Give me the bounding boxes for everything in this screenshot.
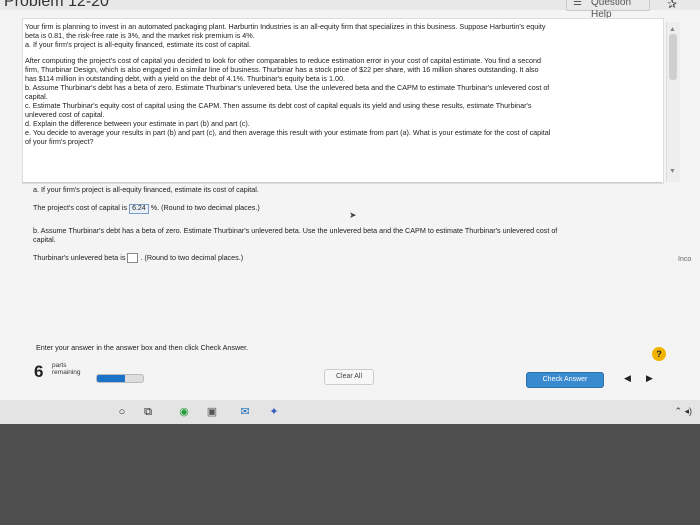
question-line: of your firm's project? — [25, 137, 94, 146]
question-line: c. Estimate Thurbinar's equity cost of c… — [25, 101, 532, 110]
part-a-pre: The project's cost of capital is — [33, 203, 128, 212]
question-scrollbar[interactable]: ▲ ▼ — [666, 22, 680, 182]
chrome-icon[interactable]: ◉ — [175, 403, 193, 421]
monitor-bezel — [0, 424, 700, 525]
parts-label-line2: remaining — [52, 368, 81, 376]
search-icon[interactable]: ○ — [113, 403, 131, 421]
part-b-prompt: b. Assume Thurbinar's debt has a beta of… — [33, 226, 558, 235]
browser-window: Problem 12-20 ☰ Question Help ✰ Your fir… — [0, 0, 700, 400]
next-arrow-icon[interactable]: ▶ — [646, 373, 653, 384]
parts-label: parts remaining — [52, 362, 81, 376]
title-bar: Problem 12-20 ☰ Question Help ✰ — [0, 0, 700, 20]
page-title: Problem 12-20 — [4, 0, 109, 10]
help-icon[interactable]: ? — [652, 347, 666, 361]
part-b-prompt-cont: capital. — [33, 235, 56, 244]
question-line: has $114 million in outstanding debt, wi… — [25, 74, 345, 83]
store-icon[interactable]: ▣ — [203, 403, 221, 421]
clear-all-button[interactable]: Clear All — [324, 369, 374, 385]
list-icon: ☰ — [573, 0, 582, 8]
question-line: e. You decide to average your results in… — [25, 128, 551, 137]
scroll-down-icon[interactable]: ▼ — [669, 168, 676, 175]
part-a-prompt: a. If your firm's project is all-equity … — [33, 185, 259, 194]
incorrect-label: Inco — [678, 256, 692, 263]
question-line: b. Assume Thurbinar's debt has a beta of… — [25, 83, 550, 92]
footer-bar: Enter your answer in the answer box and … — [22, 340, 680, 390]
question-line: a. If your firm's project is all-equity … — [25, 40, 251, 49]
mail-icon[interactable]: ✉ — [236, 403, 254, 421]
question-line: d. Explain the difference between your e… — [25, 119, 250, 128]
question-line: After computing the project's cost of ca… — [25, 56, 541, 65]
part-b-post: . (Round to two decimal places.) — [140, 253, 244, 262]
taskbar: ○ ⧉ ◉ ▣ ✉ ✦ ⌃ ◂) — [0, 400, 700, 424]
progress-fill — [97, 375, 125, 382]
question-line: Your firm is planning to invest in an au… — [25, 22, 546, 31]
part-b-answer-row: Thurbinar's unlevered beta is . (Round t… — [33, 253, 244, 264]
part-b-pre: Thurbinar's unlevered beta is — [33, 253, 126, 262]
question-line: capital. — [25, 92, 48, 101]
instruction-text: Enter your answer in the answer box and … — [36, 343, 249, 352]
question-line: unlevered cost of capital. — [25, 110, 105, 119]
parts-count: 6 — [34, 362, 44, 381]
part-a-input[interactable]: 6.24 — [129, 204, 149, 214]
check-answer-button[interactable]: Check Answer — [526, 372, 604, 388]
part-a-answer-row: The project's cost of capital is 6.24 %.… — [33, 203, 260, 214]
previous-arrow-icon[interactable]: ◀ — [624, 373, 631, 384]
system-tray-icon[interactable]: ⌃ ◂) — [674, 406, 692, 417]
scroll-thumb[interactable] — [669, 34, 677, 80]
mouse-cursor-icon: ➤ — [349, 210, 357, 220]
teams-icon[interactable]: ✦ — [265, 403, 283, 421]
question-help-button[interactable]: ☰ Question Help — [566, 0, 650, 20]
question-text: Your firm is planning to invest in an au… — [25, 22, 663, 146]
question-line: firm, Thurbinar Design, which is also en… — [25, 65, 539, 74]
question-line: beta is 0.81, the risk-free rate is 3%, … — [25, 31, 255, 40]
scroll-up-icon[interactable]: ▲ — [669, 26, 676, 33]
star-icon[interactable]: ✰ — [667, 0, 677, 11]
parts-progress-bar — [96, 374, 144, 383]
divider — [22, 182, 662, 183]
task-view-icon[interactable]: ⧉ — [139, 403, 157, 421]
part-a-post: %. (Round to two decimal places.) — [150, 203, 260, 212]
part-b-input[interactable] — [127, 253, 139, 264]
